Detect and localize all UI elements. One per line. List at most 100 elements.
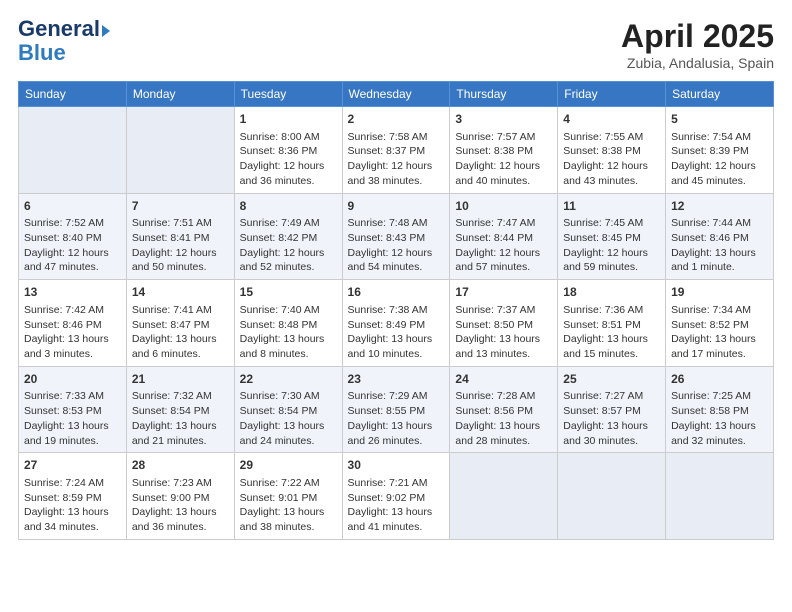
sunset-text: Sunset: 8:45 PM — [563, 232, 641, 244]
day-number: 21 — [132, 371, 229, 388]
sunrise-text: Sunrise: 7:30 AM — [240, 390, 320, 402]
table-row: 2 Sunrise: 7:58 AM Sunset: 8:37 PM Dayli… — [342, 107, 450, 194]
sunrise-text: Sunrise: 7:34 AM — [671, 304, 751, 316]
sunrise-text: Sunrise: 7:54 AM — [671, 131, 751, 143]
day-number: 14 — [132, 284, 229, 301]
sunrise-text: Sunrise: 7:41 AM — [132, 304, 212, 316]
calendar-week-row: 6 Sunrise: 7:52 AM Sunset: 8:40 PM Dayli… — [19, 193, 774, 280]
table-row: 9 Sunrise: 7:48 AM Sunset: 8:43 PM Dayli… — [342, 193, 450, 280]
sunset-text: Sunset: 8:52 PM — [671, 319, 749, 331]
daylight-text: Daylight: 13 hours and 36 minutes. — [132, 506, 217, 533]
day-number: 10 — [455, 198, 552, 215]
daylight-text: Daylight: 13 hours and 26 minutes. — [348, 420, 433, 447]
table-row: 22 Sunrise: 7:30 AM Sunset: 8:54 PM Dayl… — [234, 366, 342, 453]
daylight-text: Daylight: 12 hours and 36 minutes. — [240, 160, 325, 187]
day-number: 7 — [132, 198, 229, 215]
day-number: 28 — [132, 457, 229, 474]
sunrise-text: Sunrise: 7:24 AM — [24, 477, 104, 489]
sunrise-text: Sunrise: 7:37 AM — [455, 304, 535, 316]
sunset-text: Sunset: 9:01 PM — [240, 492, 318, 504]
table-row — [126, 107, 234, 194]
header-wednesday: Wednesday — [342, 82, 450, 107]
sunset-text: Sunset: 8:37 PM — [348, 145, 426, 157]
sunset-text: Sunset: 8:55 PM — [348, 405, 426, 417]
day-number: 24 — [455, 371, 552, 388]
sunrise-text: Sunrise: 7:49 AM — [240, 217, 320, 229]
day-number: 9 — [348, 198, 445, 215]
sunset-text: Sunset: 8:42 PM — [240, 232, 318, 244]
daylight-text: Daylight: 13 hours and 15 minutes. — [563, 333, 648, 360]
table-row: 17 Sunrise: 7:37 AM Sunset: 8:50 PM Dayl… — [450, 280, 558, 367]
daylight-text: Daylight: 12 hours and 54 minutes. — [348, 247, 433, 274]
sunset-text: Sunset: 8:58 PM — [671, 405, 749, 417]
page: General Blue April 2025 Zubia, Andalusia… — [0, 0, 792, 612]
header-monday: Monday — [126, 82, 234, 107]
header-thursday: Thursday — [450, 82, 558, 107]
daylight-text: Daylight: 13 hours and 17 minutes. — [671, 333, 756, 360]
calendar-header-row: Sunday Monday Tuesday Wednesday Thursday… — [19, 82, 774, 107]
sunset-text: Sunset: 8:50 PM — [455, 319, 533, 331]
day-number: 11 — [563, 198, 660, 215]
sunrise-text: Sunrise: 8:00 AM — [240, 131, 320, 143]
daylight-text: Daylight: 12 hours and 47 minutes. — [24, 247, 109, 274]
sunset-text: Sunset: 8:44 PM — [455, 232, 533, 244]
sunrise-text: Sunrise: 7:36 AM — [563, 304, 643, 316]
header-tuesday: Tuesday — [234, 82, 342, 107]
table-row: 7 Sunrise: 7:51 AM Sunset: 8:41 PM Dayli… — [126, 193, 234, 280]
daylight-text: Daylight: 13 hours and 1 minute. — [671, 247, 756, 274]
table-row: 26 Sunrise: 7:25 AM Sunset: 8:58 PM Dayl… — [666, 366, 774, 453]
day-number: 5 — [671, 111, 768, 128]
sunrise-text: Sunrise: 7:23 AM — [132, 477, 212, 489]
daylight-text: Daylight: 12 hours and 50 minutes. — [132, 247, 217, 274]
day-number: 25 — [563, 371, 660, 388]
table-row: 24 Sunrise: 7:28 AM Sunset: 8:56 PM Dayl… — [450, 366, 558, 453]
daylight-text: Daylight: 12 hours and 52 minutes. — [240, 247, 325, 274]
sunrise-text: Sunrise: 7:51 AM — [132, 217, 212, 229]
sunset-text: Sunset: 8:39 PM — [671, 145, 749, 157]
day-number: 3 — [455, 111, 552, 128]
table-row — [19, 107, 127, 194]
sunset-text: Sunset: 8:49 PM — [348, 319, 426, 331]
sunrise-text: Sunrise: 7:48 AM — [348, 217, 428, 229]
table-row: 12 Sunrise: 7:44 AM Sunset: 8:46 PM Dayl… — [666, 193, 774, 280]
table-row: 14 Sunrise: 7:41 AM Sunset: 8:47 PM Dayl… — [126, 280, 234, 367]
sunrise-text: Sunrise: 7:40 AM — [240, 304, 320, 316]
sunset-text: Sunset: 8:38 PM — [455, 145, 533, 157]
sunrise-text: Sunrise: 7:22 AM — [240, 477, 320, 489]
sunset-text: Sunset: 8:59 PM — [24, 492, 102, 504]
daylight-text: Daylight: 13 hours and 8 minutes. — [240, 333, 325, 360]
location: Zubia, Andalusia, Spain — [621, 55, 774, 71]
daylight-text: Daylight: 13 hours and 10 minutes. — [348, 333, 433, 360]
sunrise-text: Sunrise: 7:57 AM — [455, 131, 535, 143]
sunset-text: Sunset: 9:02 PM — [348, 492, 426, 504]
header-sunday: Sunday — [19, 82, 127, 107]
table-row — [666, 453, 774, 540]
day-number: 29 — [240, 457, 337, 474]
calendar-week-row: 27 Sunrise: 7:24 AM Sunset: 8:59 PM Dayl… — [19, 453, 774, 540]
daylight-text: Daylight: 13 hours and 28 minutes. — [455, 420, 540, 447]
sunset-text: Sunset: 8:56 PM — [455, 405, 533, 417]
table-row: 11 Sunrise: 7:45 AM Sunset: 8:45 PM Dayl… — [558, 193, 666, 280]
sunset-text: Sunset: 8:53 PM — [24, 405, 102, 417]
sunrise-text: Sunrise: 7:38 AM — [348, 304, 428, 316]
table-row: 13 Sunrise: 7:42 AM Sunset: 8:46 PM Dayl… — [19, 280, 127, 367]
table-row: 4 Sunrise: 7:55 AM Sunset: 8:38 PM Dayli… — [558, 107, 666, 194]
daylight-text: Daylight: 13 hours and 34 minutes. — [24, 506, 109, 533]
table-row: 28 Sunrise: 7:23 AM Sunset: 9:00 PM Dayl… — [126, 453, 234, 540]
logo: General Blue — [18, 18, 110, 66]
calendar-table: Sunday Monday Tuesday Wednesday Thursday… — [18, 81, 774, 540]
day-number: 20 — [24, 371, 121, 388]
daylight-text: Daylight: 13 hours and 6 minutes. — [132, 333, 217, 360]
title-block: April 2025 Zubia, Andalusia, Spain — [621, 18, 774, 71]
sunrise-text: Sunrise: 7:47 AM — [455, 217, 535, 229]
sunrise-text: Sunrise: 7:42 AM — [24, 304, 104, 316]
day-number: 17 — [455, 284, 552, 301]
sunset-text: Sunset: 8:40 PM — [24, 232, 102, 244]
daylight-text: Daylight: 13 hours and 32 minutes. — [671, 420, 756, 447]
sunset-text: Sunset: 8:38 PM — [563, 145, 641, 157]
sunset-text: Sunset: 8:48 PM — [240, 319, 318, 331]
calendar-week-row: 1 Sunrise: 8:00 AM Sunset: 8:36 PM Dayli… — [19, 107, 774, 194]
daylight-text: Daylight: 12 hours and 45 minutes. — [671, 160, 756, 187]
sunrise-text: Sunrise: 7:21 AM — [348, 477, 428, 489]
daylight-text: Daylight: 12 hours and 40 minutes. — [455, 160, 540, 187]
